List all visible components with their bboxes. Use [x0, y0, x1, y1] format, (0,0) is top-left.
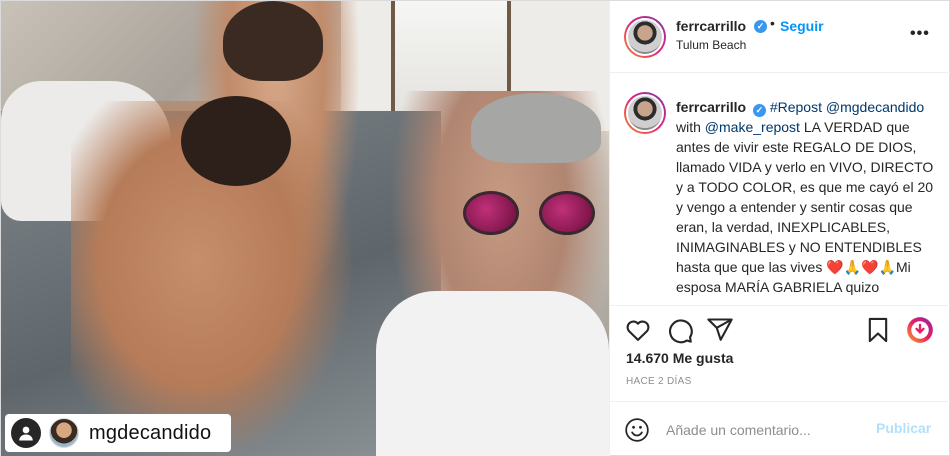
caption-area: ferrcarrillo ✓ #Repost @mgdecandido with…	[610, 74, 950, 306]
caption-emojis: ❤️🙏❤️🙏	[826, 259, 896, 275]
caption-with-word: with	[676, 119, 701, 135]
caption-text: ferrcarrillo ✓ #Repost @mgdecandido with…	[676, 97, 942, 297]
caption-mention-2[interactable]: @make_repost	[705, 119, 800, 135]
follow-button[interactable]: Seguir	[780, 18, 824, 34]
header-separator: •	[770, 15, 775, 31]
photo-sunglasses	[463, 191, 603, 235]
emoji-icon[interactable]	[624, 417, 650, 443]
verified-badge-icon: ✓	[754, 20, 767, 33]
instagram-post: mgdecandido ferrcarrillo ✓ • Seguir Tulu…	[0, 0, 950, 456]
action-bar	[610, 307, 950, 351]
caption-username[interactable]: ferrcarrillo	[676, 99, 746, 115]
author-avatar[interactable]	[624, 16, 666, 58]
post-time[interactable]: HACE 2 DÍAS	[626, 376, 692, 387]
tagged-user-chip[interactable]: mgdecandido	[5, 414, 231, 452]
photo-hair-center	[181, 96, 291, 186]
caption-body-1: LA VERDAD que antes de vivir este REGALO…	[676, 119, 934, 275]
post-location[interactable]: Tulum Beach	[676, 38, 746, 52]
post-side-panel: ferrcarrillo ✓ • Seguir Tulum Beach ••• …	[609, 1, 950, 456]
likes-count[interactable]: 14.670 Me gusta	[626, 350, 733, 366]
photo-white-shirt	[376, 291, 609, 456]
share-icon[interactable]	[706, 316, 734, 344]
bookmark-icon[interactable]	[864, 316, 892, 344]
comment-icon[interactable]	[666, 316, 694, 344]
user-tag-icon[interactable]	[11, 418, 41, 448]
post-header: ferrcarrillo ✓ • Seguir Tulum Beach •••	[610, 1, 950, 73]
caption-author-avatar[interactable]	[624, 92, 666, 134]
tagged-username[interactable]: mgdecandido	[89, 422, 211, 445]
caption-hashtag[interactable]: #Repost	[770, 99, 822, 115]
post-photo[interactable]: mgdecandido	[1, 1, 609, 456]
tagged-user-avatar	[49, 418, 79, 448]
heart-icon[interactable]	[624, 316, 652, 344]
caption-mention-1[interactable]: @mgdecandido	[826, 99, 924, 115]
comment-bar: Publicar	[610, 401, 950, 456]
caption-verified-badge-icon: ✓	[752, 104, 766, 117]
more-options-icon[interactable]: •••	[910, 25, 930, 43]
repost-app-icon[interactable]	[906, 316, 934, 344]
photo-hair-back	[223, 1, 323, 81]
author-username[interactable]: ferrcarrillo	[676, 18, 746, 34]
comment-input[interactable]	[666, 419, 866, 441]
photo-hair-right	[471, 93, 601, 163]
publish-button[interactable]: Publicar	[876, 420, 931, 436]
